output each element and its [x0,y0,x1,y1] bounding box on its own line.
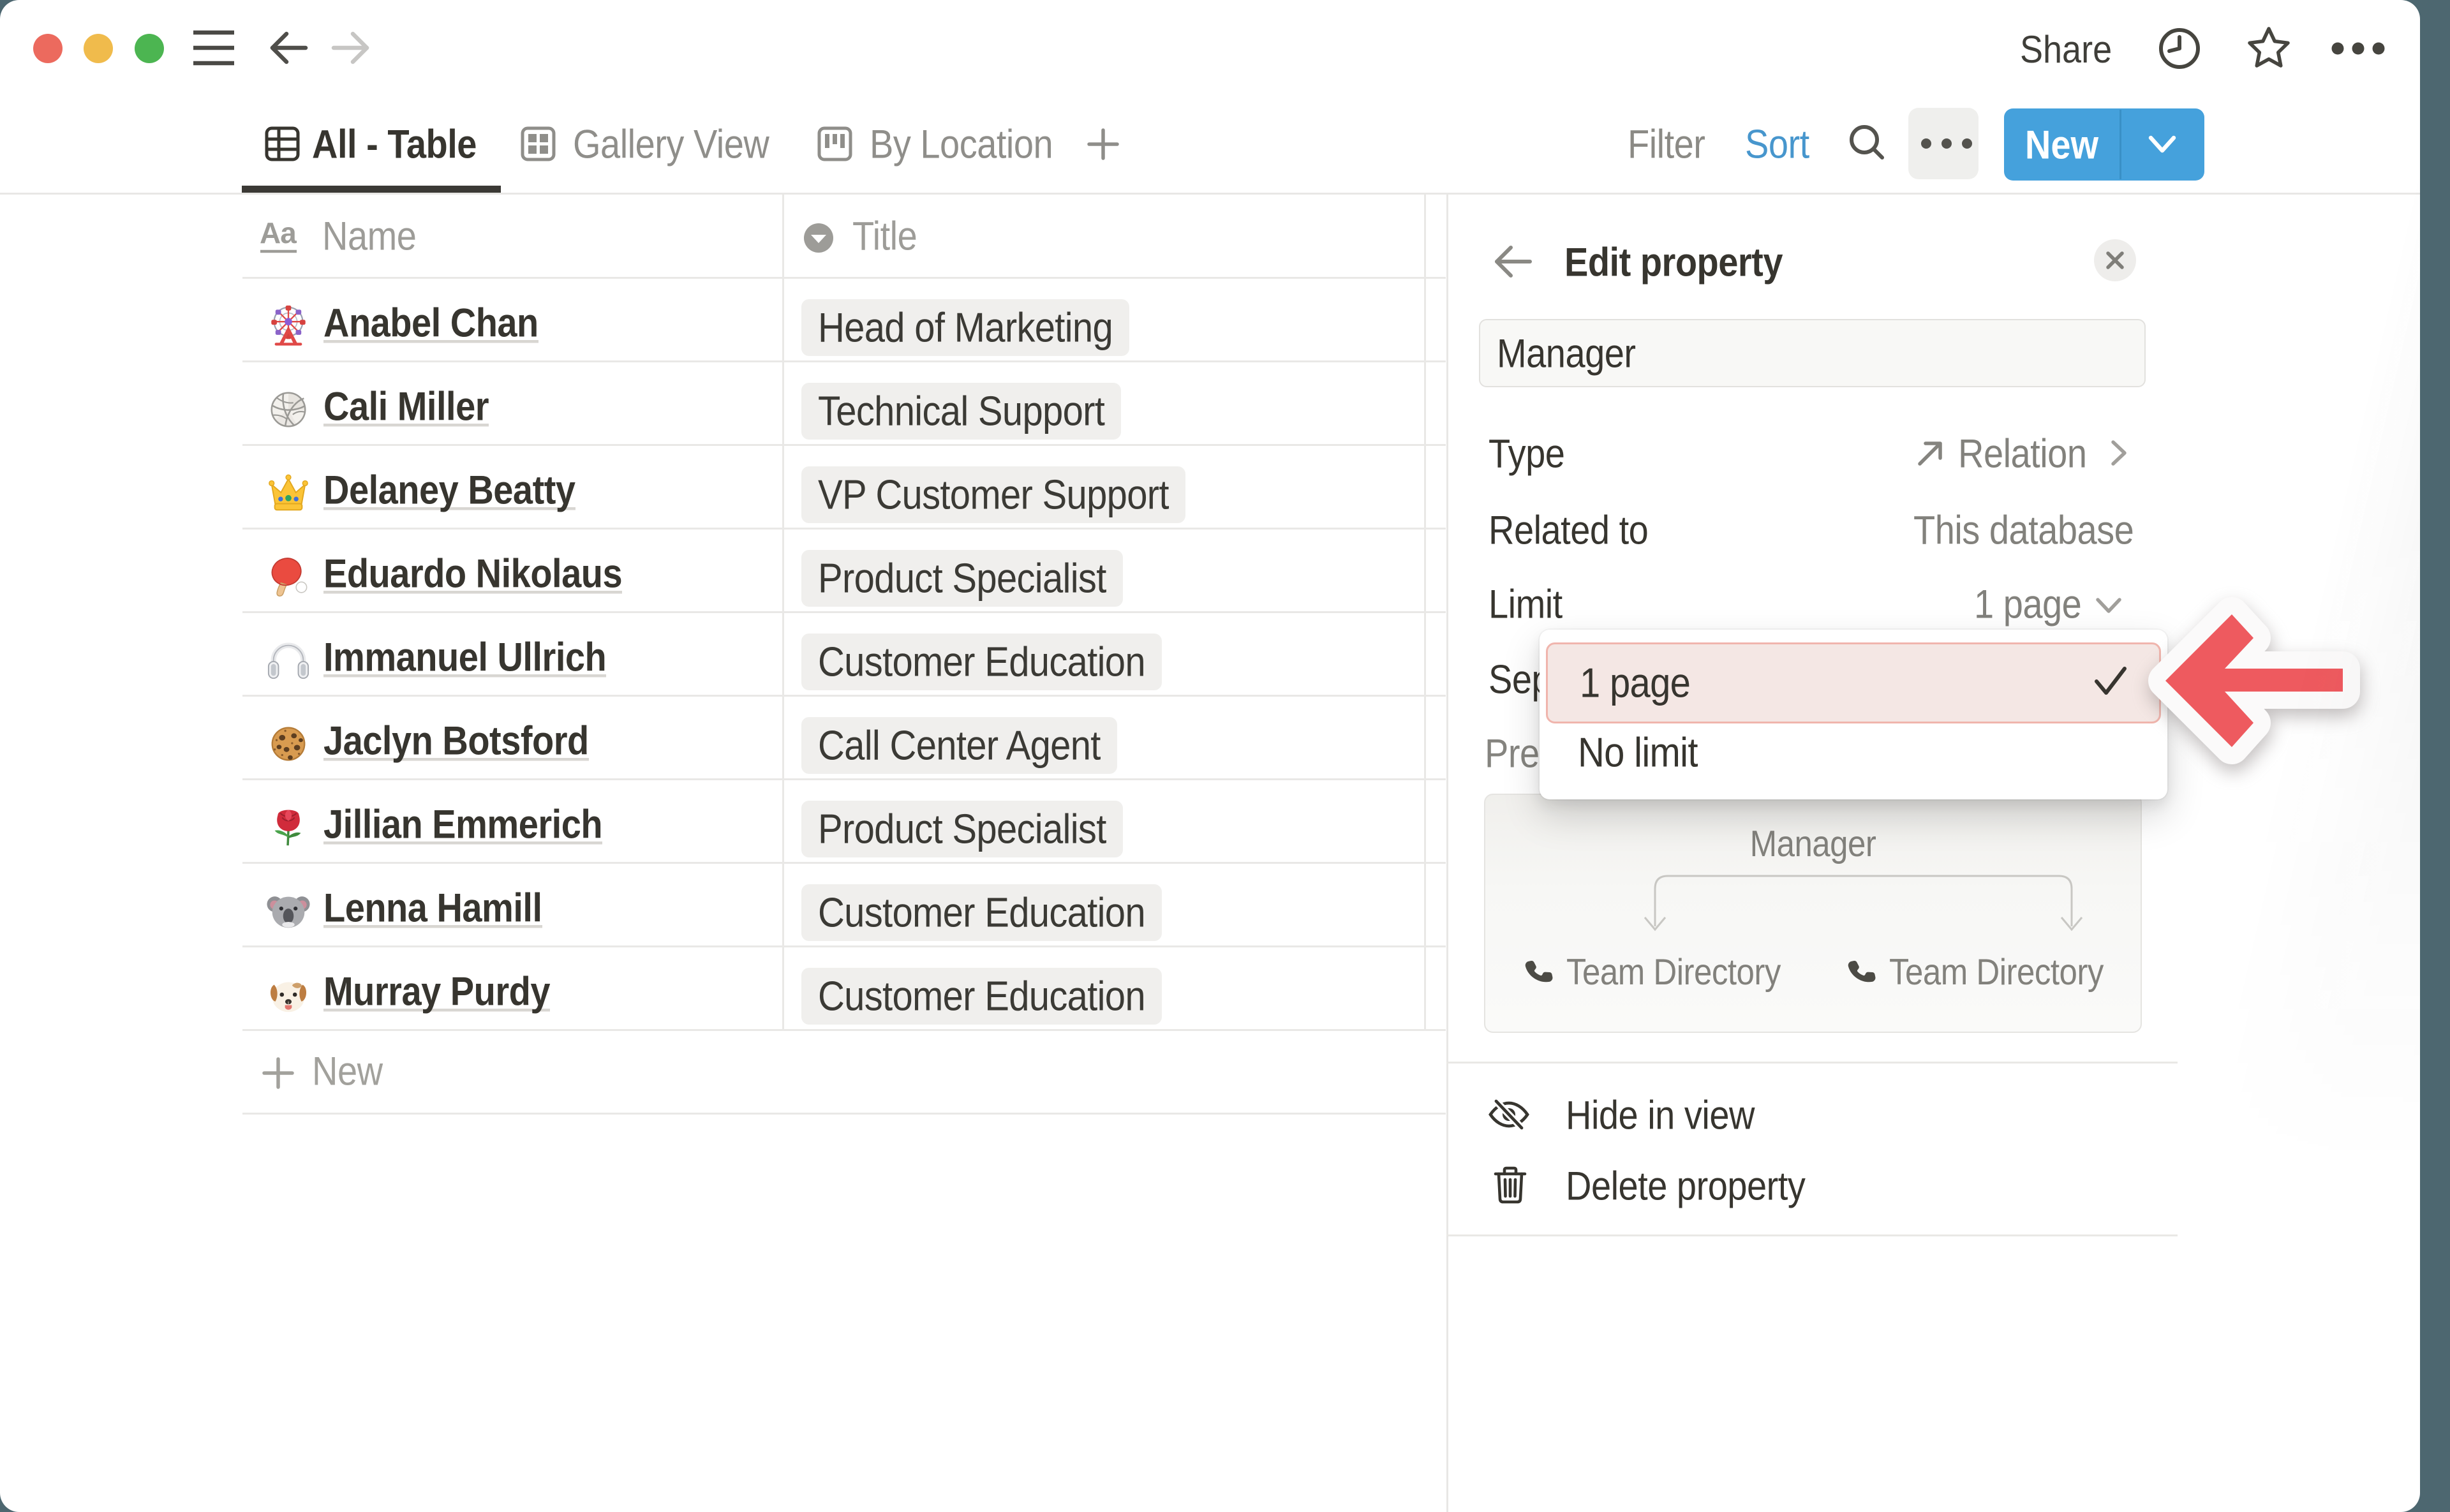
svg-text:Aa: Aa [260,216,297,249]
